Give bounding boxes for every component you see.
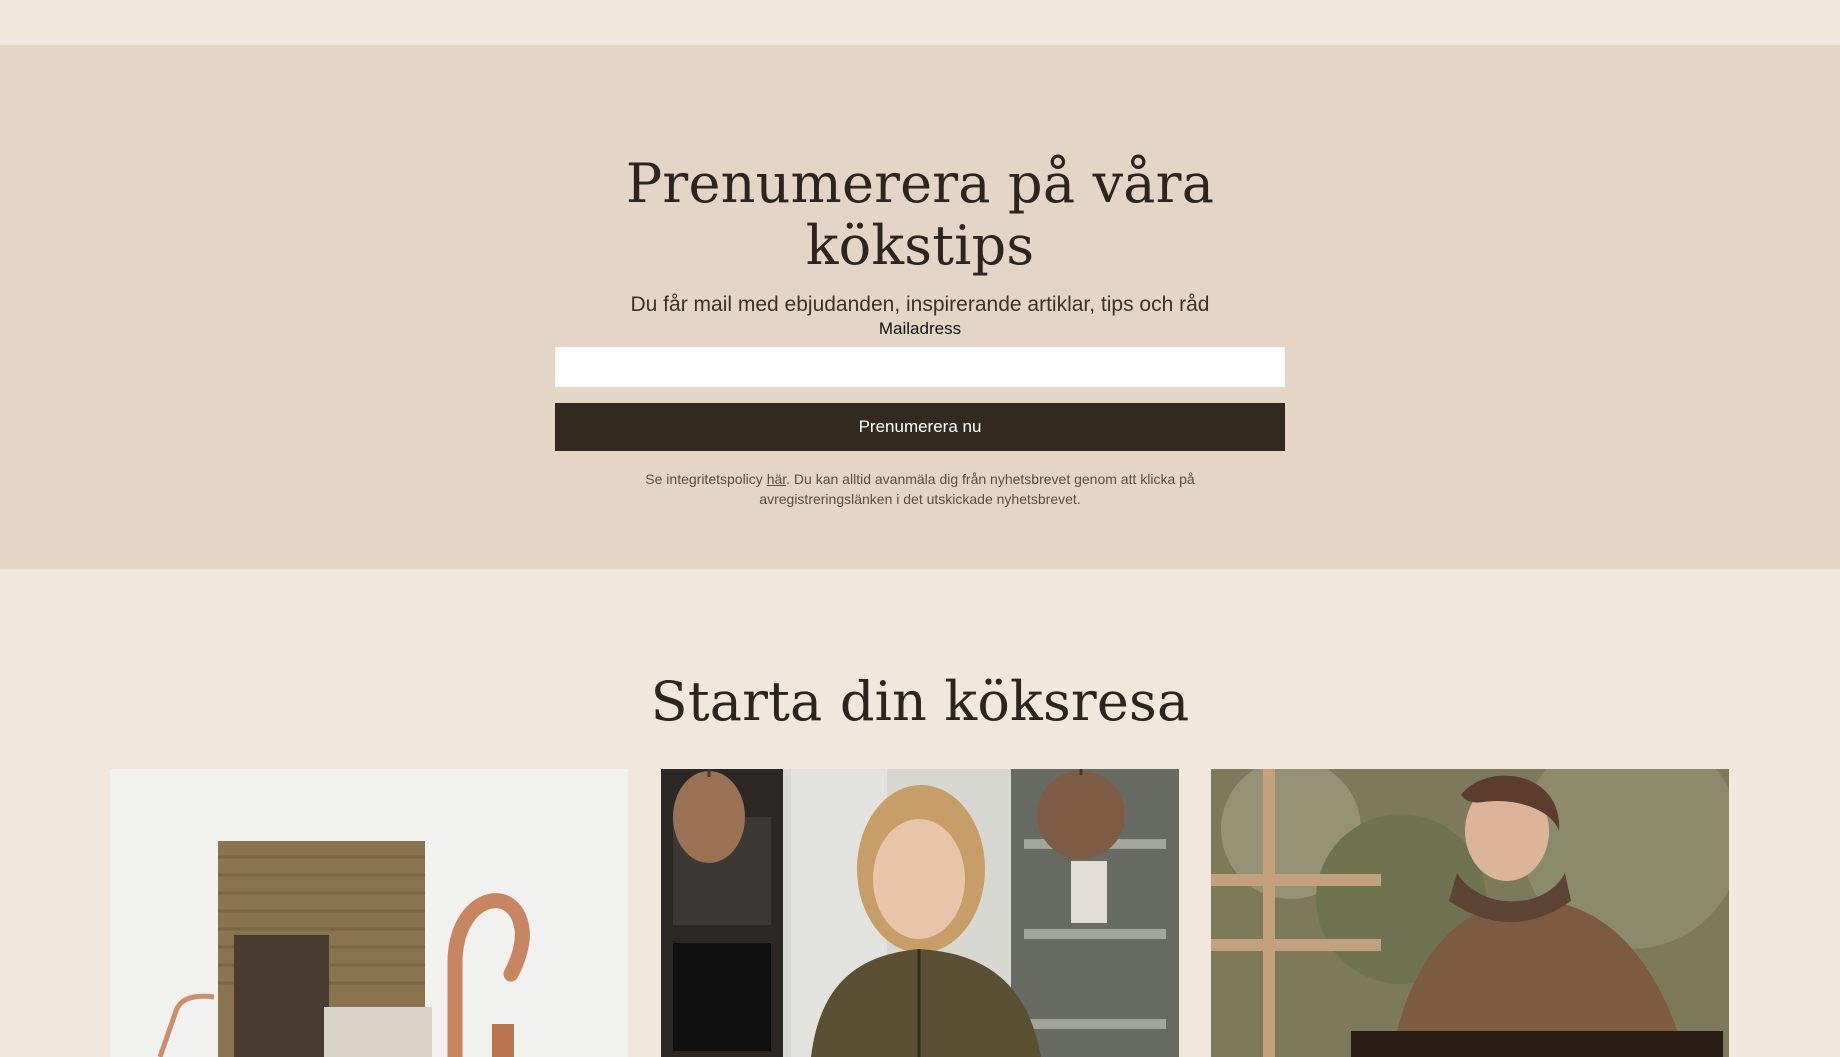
journey-card-materials[interactable] (110, 769, 628, 1057)
newsletter-title: Prenumerera på våra kökstips (625, 152, 1215, 277)
journey-cards (110, 769, 1730, 1057)
top-strip (0, 0, 1840, 45)
kitchen-material-sample-image (110, 769, 628, 1057)
privacy-text-after: . Du kan alltid avanmäla dig från nyhets… (759, 471, 1195, 507)
privacy-policy-link[interactable]: här (767, 471, 786, 487)
newsletter-form: Prenumerera på våra kökstips Du får mail… (555, 153, 1285, 509)
privacy-text-before: Se integritetspolicy (645, 471, 767, 487)
kitchen-designer-portrait-image (661, 769, 1179, 1057)
journey-card-designer[interactable] (661, 769, 1179, 1057)
privacy-notice: Se integritetspolicy här. Du kan alltid … (610, 469, 1230, 509)
subscribe-button[interactable]: Prenumerera nu (555, 403, 1285, 451)
journey-title: Starta din köksresa (650, 670, 1190, 733)
newsletter-subtitle: Du får mail med ebjudanden, inspirerande… (630, 293, 1210, 316)
woman-reading-image (1211, 769, 1729, 1057)
email-label: Mailadress (878, 319, 962, 338)
email-field[interactable] (555, 347, 1285, 387)
newsletter-section: Prenumerera på våra kökstips Du får mail… (0, 45, 1840, 569)
journey-card-reading[interactable] (1211, 769, 1729, 1057)
